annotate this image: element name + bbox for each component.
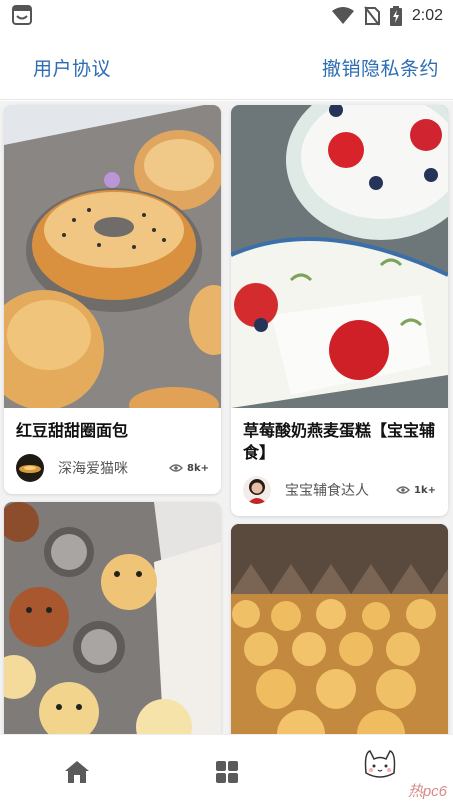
recipe-meta: 深海爱猫咪 8k+ — [4, 446, 221, 494]
feed-column-left: 红豆甜甜圈面包 深海爱猫咪 8k+ — [4, 105, 221, 734]
user-agreement-link[interactable]: 用户协议 — [33, 54, 111, 81]
animal-buns-photo[interactable] — [4, 502, 221, 734]
recipe-meta: 宝宝辅食达人 1k+ — [231, 468, 448, 516]
view-count-text: 1k+ — [414, 484, 436, 496]
battery-charging-icon — [389, 6, 402, 26]
recipe-feed[interactable]: 红豆甜甜圈面包 深海爱猫咪 8k+ 草莓酸奶燕麦蛋糕【宝宝辅食】 宝宝辅食达人 … — [0, 101, 453, 734]
watermark: 热pc6 — [407, 783, 447, 800]
recipe-title: 草莓酸奶燕麦蛋糕【宝宝辅食】 — [243, 421, 436, 462]
app-notification-icon — [12, 5, 32, 25]
author-avatar[interactable] — [243, 476, 271, 504]
feed-column-right: 草莓酸奶燕麦蛋糕【宝宝辅食】 宝宝辅食达人 1k+ — [231, 105, 448, 734]
author-name[interactable]: 深海爱猫咪 — [58, 458, 169, 478]
grid-icon[interactable] — [212, 757, 242, 787]
recipe-card[interactable] — [231, 524, 448, 734]
recipe-card[interactable]: 草莓酸奶燕麦蛋糕【宝宝辅食】 宝宝辅食达人 1k+ — [231, 105, 448, 516]
no-sim-icon — [364, 6, 380, 26]
clock: 2:02 — [411, 7, 443, 24]
recipe-card[interactable] — [4, 502, 221, 734]
cookies-baking-tray-photo[interactable] — [231, 524, 448, 734]
top-bar: 用户协议 撤销隐私条约 — [0, 32, 453, 100]
status-bar: 2:02 — [0, 0, 453, 32]
donut-bread-photo[interactable] — [4, 105, 221, 408]
strawberry-yogurt-cake-photo[interactable] — [231, 105, 448, 408]
cat-profile-icon[interactable] — [360, 745, 400, 785]
view-count: 8k+ — [169, 463, 209, 474]
wifi-icon — [331, 7, 354, 24]
eye-icon — [396, 486, 410, 494]
revoke-privacy-link[interactable]: 撤销隐私条约 — [322, 54, 439, 81]
view-count-text: 8k+ — [187, 462, 209, 474]
home-icon[interactable] — [62, 757, 92, 787]
eye-icon — [169, 464, 183, 472]
recipe-card[interactable]: 红豆甜甜圈面包 深海爱猫咪 8k+ — [4, 105, 221, 494]
author-avatar[interactable] — [16, 454, 44, 482]
recipe-title: 红豆甜甜圈面包 — [16, 421, 129, 440]
view-count: 1k+ — [396, 485, 436, 496]
bottom-navigation: 热pc6 — [0, 734, 453, 807]
author-name[interactable]: 宝宝辅食达人 — [285, 480, 396, 500]
